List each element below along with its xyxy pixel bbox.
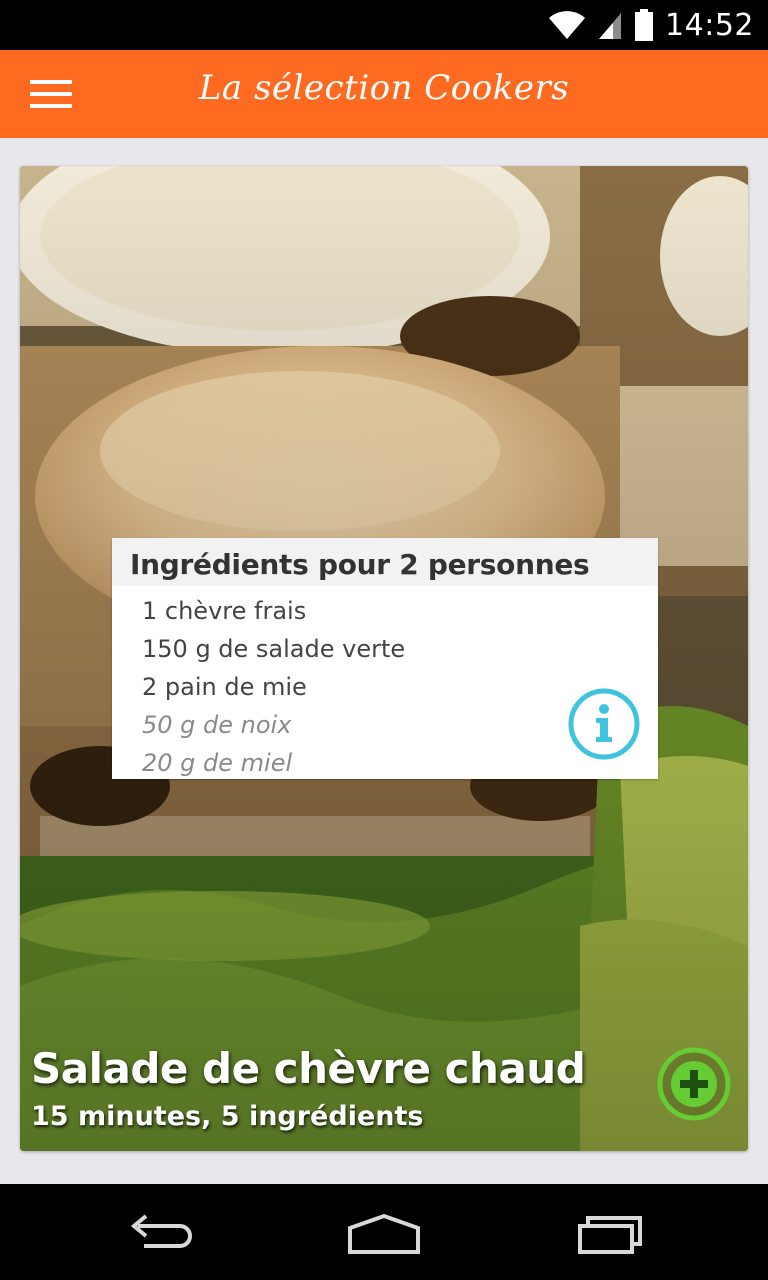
status-icons: 14:52 [547,6,754,44]
app-bar: La sélection Cookers [0,50,768,138]
recipe-title: Salade de chèvre chaud [31,1044,586,1093]
info-icon[interactable] [567,687,641,761]
status-clock: 14:52 [665,7,754,43]
status-bar: 14:52 [0,0,768,50]
navigation-bar [0,1184,768,1280]
battery-icon [635,9,654,41]
recipe-title-block: Salade de chèvre chaud 15 minutes, 5 ing… [31,1044,586,1132]
recipe-meta: 15 minutes, 5 ingrédients [31,1101,424,1132]
ingredient-item: 1 chèvre frais [142,597,307,625]
content-area: Ingrédients pour 2 personnes 1 chèvre fr… [0,138,768,1184]
ingredient-item: 150 g de salade verte [142,635,406,663]
cell-signal-icon [599,13,622,39]
home-icon[interactable] [344,1208,424,1256]
recipe-card[interactable]: Ingrédients pour 2 personnes 1 chèvre fr… [20,166,748,1151]
app-title: La sélection Cookers [198,68,570,108]
ingredients-header: Ingrédients pour 2 personnes [112,538,658,586]
recent-apps-icon[interactable] [570,1208,650,1256]
plus-icon[interactable] [656,1046,732,1122]
wifi-icon [549,11,586,39]
back-icon[interactable] [120,1208,200,1256]
